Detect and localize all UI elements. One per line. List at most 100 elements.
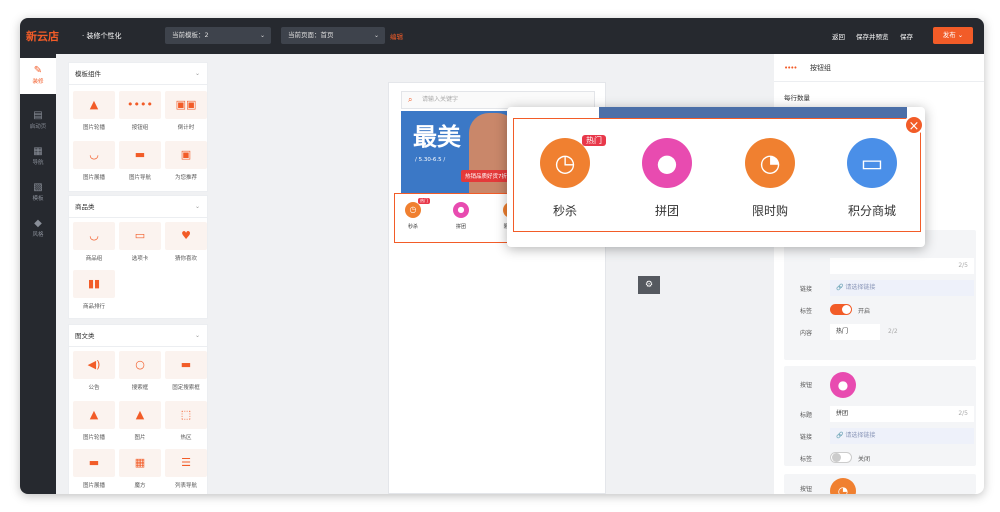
tag-state: 开启 xyxy=(858,308,871,315)
group-header[interactable]: 图文类 ⌄ xyxy=(69,325,207,347)
showcase-icon: ◡ xyxy=(73,141,115,169)
image-icon: ▲ xyxy=(119,401,161,429)
component-countdown[interactable]: ▣▣ 倒计时 xyxy=(165,91,207,135)
preview-button-group-buy[interactable]: ● 拼团 xyxy=(447,202,475,230)
component-tabs[interactable]: ▭ 选项卡 xyxy=(119,222,161,266)
search-icon: ○ xyxy=(119,351,161,379)
chevron-down-icon: ⌄ xyxy=(194,70,200,77)
component-recommend[interactable]: ▣ 为您推荐 xyxy=(165,141,207,185)
component-notice[interactable]: ◀) 公告 xyxy=(73,351,115,395)
panel-header: •••• 按钮组 xyxy=(774,54,984,82)
sidebar-nav: ✎ 装修 ▤ 启动页 ▦ 导航 ▧ 模板 ◆ 风格 xyxy=(20,54,56,494)
button-label: 秒杀 xyxy=(407,224,418,230)
close-icon[interactable]: × xyxy=(904,115,924,135)
page-title: · 装修个性化 xyxy=(82,32,122,40)
component-cube[interactable]: ▦ 魔方 xyxy=(119,449,161,493)
button-label: 拼团 xyxy=(455,224,466,230)
group-header[interactable]: 商品类 ⌄ xyxy=(69,196,207,218)
banner-promo: 热销品质好货7折 xyxy=(461,170,511,182)
popup-button-flash-sale[interactable]: ◷ 秒杀 xyxy=(535,138,595,219)
button-group-zoom-popup: ◷ 秒杀 热门 ● 拼团 ◔ 限时购 ▭ 积分商城 × xyxy=(507,107,925,247)
sidebar-item-template[interactable]: ▧ 模板 xyxy=(20,182,56,202)
link-field-1[interactable]: 🔗 请选择链接 xyxy=(830,280,974,296)
chevron-down-icon: ⌄ xyxy=(373,32,379,39)
link-placeholder: 请选择链接 xyxy=(845,284,876,291)
link-placeholder: 请选择链接 xyxy=(845,432,876,439)
tag-label: 标签 xyxy=(800,456,813,463)
component-label: 图片轮播 xyxy=(82,435,105,441)
button-label: 拼团 xyxy=(654,204,679,218)
content-field[interactable]: 热门 xyxy=(830,324,880,340)
tag-label: 标签 xyxy=(800,308,813,315)
page-select-label: 当前页面：首页 xyxy=(288,31,334,39)
count-label: 每行数量 xyxy=(784,94,810,102)
top-bar: 新云店 · 装修个性化 当前模板：2 ⌄ 当前页面：首页 ⌄ 编辑 返回 保存并预览… xyxy=(20,18,984,54)
group-title: 图文类 xyxy=(75,332,95,340)
page-select[interactable]: 当前页面：首页 ⌄ xyxy=(281,27,385,44)
component-label: 图片 xyxy=(134,435,146,441)
edit-link[interactable]: 编辑 xyxy=(390,31,403,41)
publish-button[interactable]: 发布 ⌄ xyxy=(933,27,973,44)
group-header[interactable]: 模板组件 ⌄ xyxy=(69,63,207,85)
component-label: 图片导航 xyxy=(128,175,151,181)
sidebar-item-navigation[interactable]: ▦ 导航 xyxy=(20,146,56,166)
save-button[interactable]: 保存 xyxy=(900,31,913,41)
sidebar-item-decorate[interactable]: ✎ 装修 xyxy=(20,58,56,94)
link-field-2[interactable]: 🔗 请选择链接 xyxy=(830,428,974,444)
tag-toggle-off[interactable] xyxy=(830,452,852,463)
component-image-carousel-2[interactable]: ▲ 图片轮播 xyxy=(73,401,115,445)
save-preview-button[interactable]: 保存并预览 xyxy=(856,31,889,41)
component-product-ranking[interactable]: ▮▮ 商品排行 xyxy=(73,270,115,314)
button-card-3: 按钮 ◔ xyxy=(784,474,976,494)
group-products: 商品类 ⌄ ◡ 商品组 ▭ 选项卡 ♥ 猜你喜欢 ▮▮ 商品排行 xyxy=(68,195,208,319)
component-image[interactable]: ▲ 图片 xyxy=(119,401,161,445)
content-label: 内容 xyxy=(800,330,813,337)
component-image-nav[interactable]: ▬ 图片导航 xyxy=(119,141,161,185)
button-label: 限时购 xyxy=(751,204,788,218)
component-image-showcase[interactable]: ◡ 图片展播 xyxy=(73,141,115,185)
sidebar-item-launch[interactable]: ▤ 启动页 xyxy=(20,110,56,130)
popup-button-limited[interactable]: ◔ 限时购 xyxy=(740,138,800,219)
tag-state: 关闭 xyxy=(858,456,871,463)
group-template-components: 模板组件 ⌄ ▲ 图片轮播 •••• 按钮组 ▣▣ 倒计时 ◡ 图片展播 ▬ 图片导航 ▣ 为… xyxy=(68,62,208,192)
template-select[interactable]: 当前模板：2 ⌄ xyxy=(165,27,271,44)
button-label: 按钮 xyxy=(800,382,813,389)
component-image-showcase-2[interactable]: ▬ 图片展播 xyxy=(73,449,115,493)
component-label: 为您推荐 xyxy=(174,175,197,181)
component-search-box[interactable]: ○ 搜索框 xyxy=(119,351,161,395)
component-list-nav[interactable]: ☰ 列表导航 xyxy=(165,449,207,493)
list-icon: ☰ xyxy=(165,449,207,477)
back-button[interactable]: 返回 xyxy=(832,31,845,41)
search-placeholder: 请输入关键字 xyxy=(422,96,459,103)
sidebar-item-label: 启动页 xyxy=(29,124,47,130)
component-image-carousel[interactable]: ▲ 图片轮播 xyxy=(73,91,115,135)
document-icon: ▤ xyxy=(33,110,43,121)
component-hotspot[interactable]: ⬚ 热区 xyxy=(165,401,207,445)
popup-button-group-buy[interactable]: ● 拼团 xyxy=(637,138,697,219)
search-icon: ⌕ xyxy=(408,95,413,104)
component-fixed-search[interactable]: ▬ 固定搜索框 xyxy=(165,351,207,395)
component-library: 模板组件 ⌄ ▲ 图片轮播 •••• 按钮组 ▣▣ 倒计时 ◡ 图片展播 ▬ 图片导航 ▣ 为… xyxy=(60,62,210,494)
button-card-2: 按钮 ● 标题 拼团 2/5 链接 🔗 请选择链接 标签 关闭 xyxy=(784,366,976,466)
title-field-1[interactable]: 2/5 xyxy=(830,258,974,274)
zoomed-button-group: ◷ 秒杀 热门 ● 拼团 ◔ 限时购 ▭ 积分商城 xyxy=(513,118,921,232)
component-label: 商品排行 xyxy=(82,304,105,310)
settings-icon[interactable]: ⚙ xyxy=(638,276,660,294)
content-value: 热门 xyxy=(836,328,849,335)
component-you-may-like[interactable]: ♥ 猜你喜欢 xyxy=(165,222,207,266)
popup-button-points-mall[interactable]: ▭ 积分商城 xyxy=(842,138,902,219)
title-field-2[interactable]: 拼团 2/5 xyxy=(830,406,974,422)
component-button-group[interactable]: •••• 按钮组 xyxy=(119,91,161,135)
sidebar-item-style[interactable]: ◆ 风格 xyxy=(20,218,56,238)
tag-toggle-on[interactable] xyxy=(830,304,852,315)
timer-icon[interactable]: ◔ xyxy=(830,478,856,494)
template-icon: ▧ xyxy=(33,182,43,193)
group-icon[interactable]: ● xyxy=(830,372,856,398)
component-label: 商品组 xyxy=(85,256,103,262)
component-product-group[interactable]: ◡ 商品组 xyxy=(73,222,115,266)
product-icon: ◡ xyxy=(73,222,115,250)
link-label: 链接 xyxy=(800,286,813,293)
preview-button-flash-sale[interactable]: ◷ 秒杀 xyxy=(399,202,427,230)
ranking-icon: ▮▮ xyxy=(73,270,115,298)
diamond-icon: ◆ xyxy=(34,218,42,229)
